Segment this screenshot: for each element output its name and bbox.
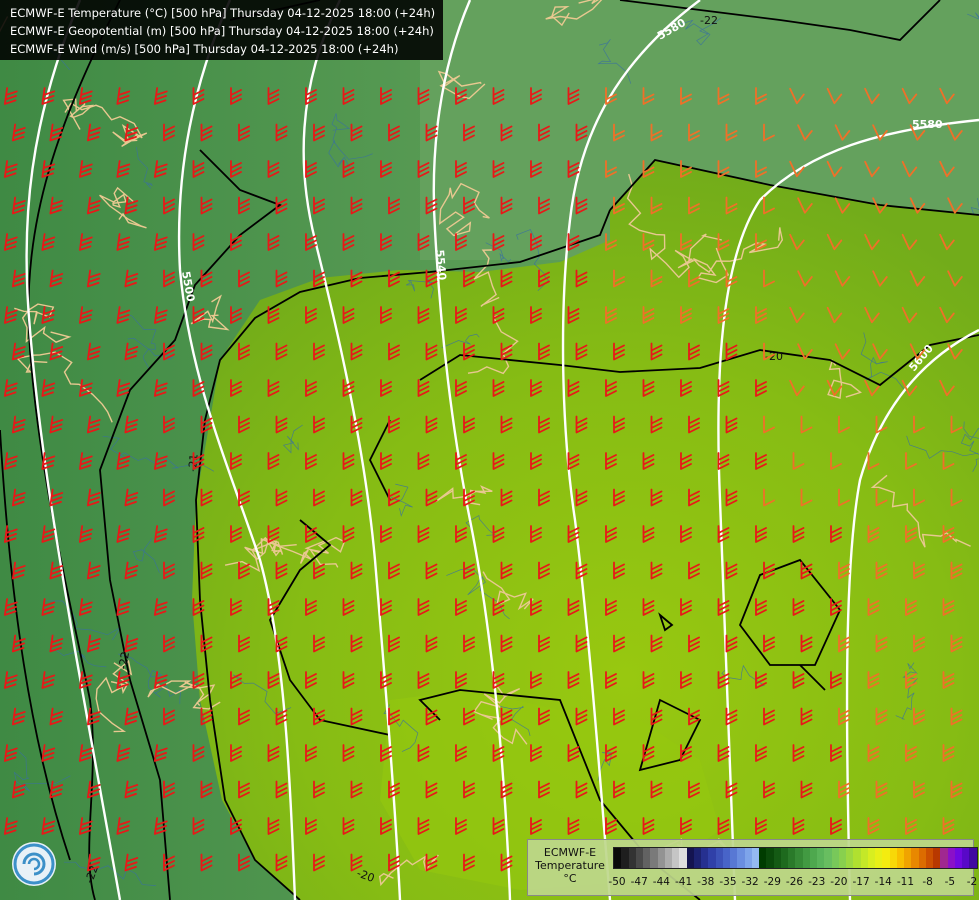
legend-tick: -2 bbox=[966, 876, 978, 888]
legend-tick-labels: -50 -47 -44 -41 -38 -35 -32 -29 -26 -23 -20 -17 -14-… bbox=[608, 876, 977, 890]
legend-swatch bbox=[933, 848, 941, 868]
legend-swatch bbox=[962, 848, 970, 868]
legend-swatch bbox=[809, 848, 817, 868]
legend-tick: -38 bbox=[697, 876, 715, 888]
legend-swatch bbox=[954, 848, 962, 868]
legend-swatch bbox=[860, 848, 868, 868]
legend-swatch bbox=[824, 848, 832, 868]
legend-swatch bbox=[947, 848, 955, 868]
legend-unit: °C bbox=[563, 872, 577, 885]
legend-tick: -29 bbox=[763, 876, 781, 888]
legend-color-bar bbox=[613, 847, 978, 869]
legend-tick: -23 bbox=[808, 876, 826, 888]
legend-swatch bbox=[730, 848, 738, 868]
legend-swatch bbox=[679, 848, 687, 868]
legend-tick: -50 bbox=[608, 876, 626, 888]
legend-tick: -5 bbox=[944, 876, 956, 888]
legend-tick: -47 bbox=[630, 876, 648, 888]
legend-swatch bbox=[795, 848, 803, 868]
map-title-panel: ECMWF-E Temperature (°C) [500 hPa] Thurs… bbox=[0, 0, 444, 60]
geopotential-label-5540: 5540 bbox=[433, 249, 449, 281]
map-stage: 5500 5540 5580 5600 5580 -22 -21 -20 -22… bbox=[0, 0, 979, 900]
legend-swatch bbox=[925, 848, 933, 868]
legend-swatch bbox=[853, 848, 861, 868]
legend-tick: -11 bbox=[896, 876, 915, 888]
legend-swatch bbox=[643, 848, 651, 868]
legend-swatch bbox=[759, 848, 767, 868]
legend-swatch bbox=[686, 848, 694, 868]
legend-swatch bbox=[911, 848, 919, 868]
legend-model: ECMWF-E bbox=[543, 846, 597, 859]
legend-swatch bbox=[635, 848, 643, 868]
legend-swatch bbox=[715, 848, 723, 868]
legend-swatch bbox=[969, 848, 977, 868]
legend-swatch bbox=[875, 848, 883, 868]
legend-swatch bbox=[650, 848, 658, 868]
temperature-legend: ECMWF-E Temperature °C -50 -47 -44 -41 -38 -3… bbox=[527, 839, 978, 896]
legend-swatch bbox=[904, 848, 912, 868]
legend-swatch bbox=[744, 848, 752, 868]
legend-title: ECMWF-E Temperature °C bbox=[530, 846, 610, 885]
legend-tick: -20 bbox=[830, 876, 848, 888]
legend-tick: -26 bbox=[785, 876, 804, 888]
legend-swatch bbox=[701, 848, 709, 868]
legend-swatch bbox=[614, 848, 622, 868]
legend-tick: -8 bbox=[922, 876, 933, 888]
legend-swatch bbox=[817, 848, 825, 868]
legend-swatch bbox=[628, 848, 636, 868]
legend-tick: -17 bbox=[852, 876, 870, 888]
temperature-label-north: -22 bbox=[700, 14, 718, 27]
legend-swatch bbox=[838, 848, 846, 868]
legend-swatch bbox=[722, 848, 730, 868]
legend-swatch bbox=[657, 848, 665, 868]
legend-swatch bbox=[773, 848, 781, 868]
legend-swatch bbox=[664, 848, 672, 868]
ecmwf-logo-icon bbox=[12, 842, 56, 886]
legend-tick: -32 bbox=[741, 876, 759, 888]
legend-tick: -44 bbox=[652, 876, 670, 888]
legend-swatch bbox=[918, 848, 926, 868]
title-geopotential: ECMWF-E Geopotential (m) [500 hPa] Thurs… bbox=[10, 24, 434, 38]
legend-swatch bbox=[780, 848, 788, 868]
legend-swatch bbox=[708, 848, 716, 868]
weather-map[interactable]: 5500 5540 5580 5600 5580 -22 -21 -20 -22… bbox=[0, 0, 979, 900]
legend-swatch bbox=[940, 848, 948, 868]
title-wind: ECMWF-E Wind (m/s) [500 hPa] Thursday 04… bbox=[10, 42, 399, 56]
legend-swatch bbox=[889, 848, 897, 868]
legend-variable: Temperature bbox=[535, 859, 605, 872]
legend-swatch bbox=[693, 848, 701, 868]
legend-swatch bbox=[831, 848, 839, 868]
legend-swatch bbox=[867, 848, 875, 868]
legend-swatch bbox=[896, 848, 904, 868]
legend-swatch bbox=[846, 848, 854, 868]
temperature-label-east: -20 bbox=[765, 350, 783, 363]
legend-swatch bbox=[621, 848, 629, 868]
geopotential-label-5580: 5580 bbox=[912, 118, 943, 131]
legend-tick: -41 bbox=[674, 876, 693, 888]
legend-swatch bbox=[788, 848, 796, 868]
legend-swatch bbox=[737, 848, 745, 868]
legend-swatch bbox=[802, 848, 810, 868]
title-temperature: ECMWF-E Temperature (°C) [500 hPa] Thurs… bbox=[10, 6, 436, 20]
legend-tick: -14 bbox=[874, 876, 892, 888]
legend-swatch bbox=[882, 848, 890, 868]
legend-swatch bbox=[751, 848, 759, 868]
legend-tick: -35 bbox=[719, 876, 737, 888]
legend-swatch bbox=[766, 848, 774, 868]
legend-swatch bbox=[672, 848, 680, 868]
